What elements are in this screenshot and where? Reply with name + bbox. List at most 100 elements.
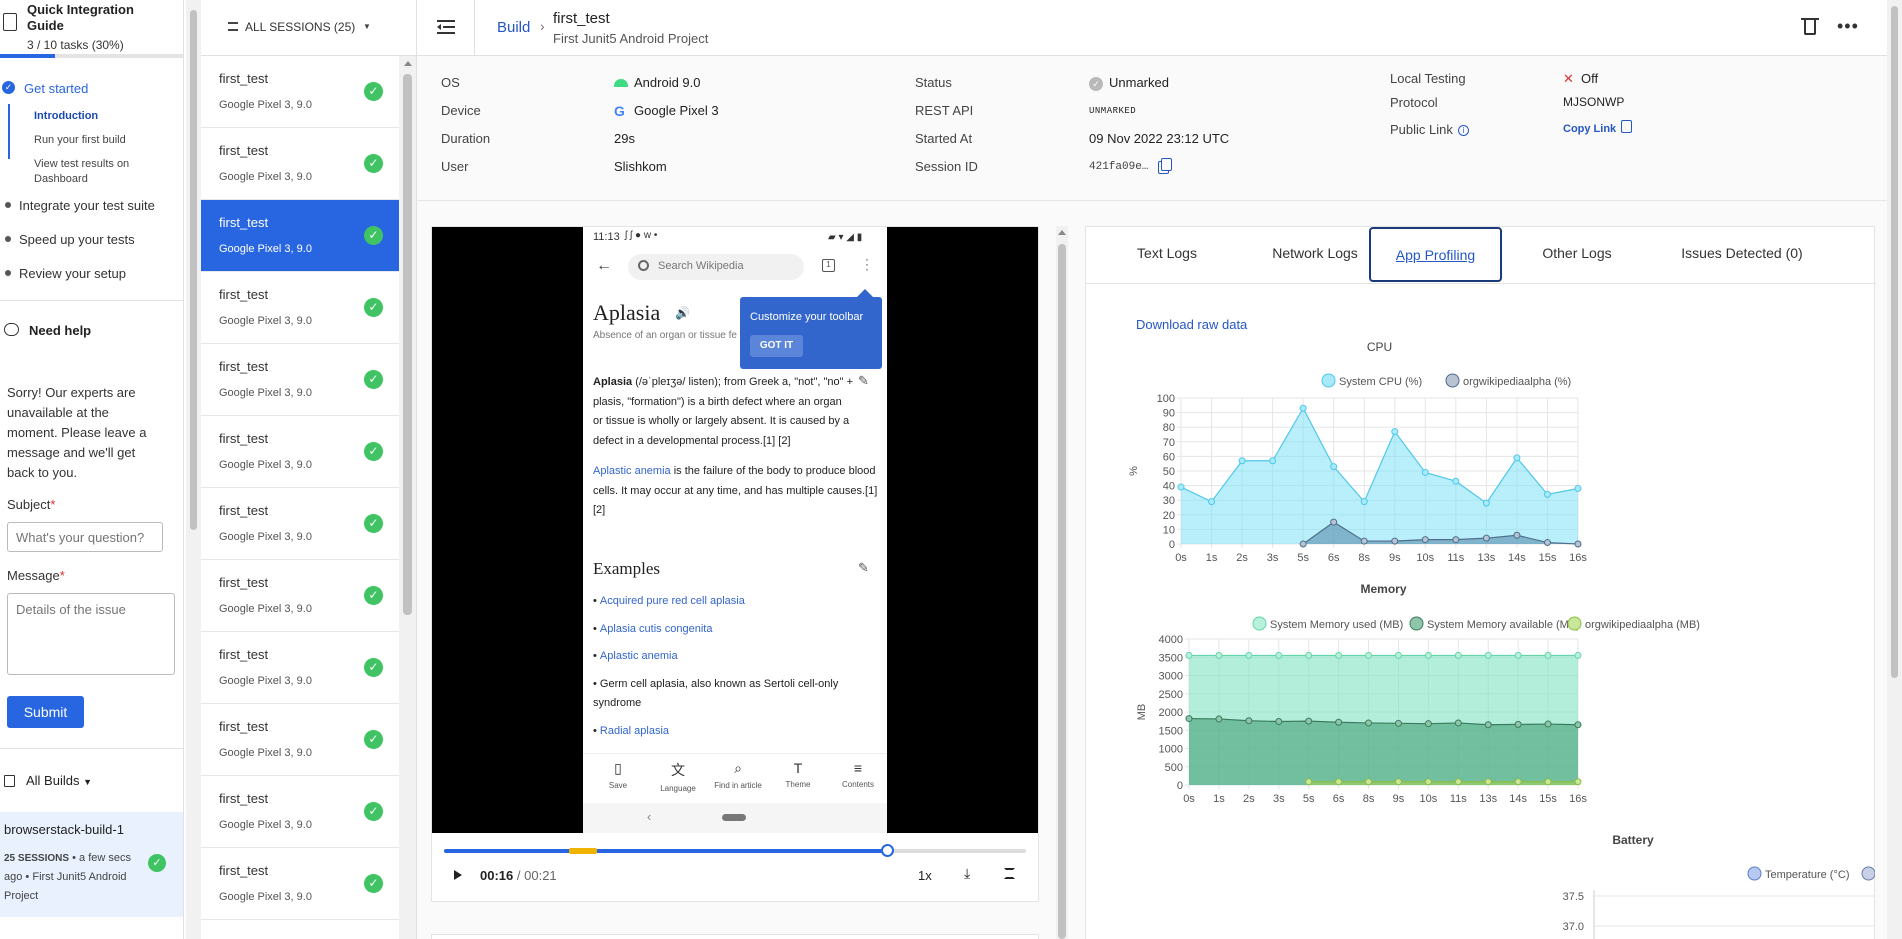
- edit-pencil-icon[interactable]: ✎: [858, 373, 869, 389]
- phone-nav-theme[interactable]: T Theme: [768, 760, 828, 789]
- caret-down-icon: ▼: [83, 777, 93, 787]
- playback-speed[interactable]: 1x: [918, 868, 932, 883]
- video-frame[interactable]: 11:13 ʃ ʃ ● w • ▰ ▾ ◢ ▮ ← Search Wikiped…: [432, 227, 1038, 833]
- copy-link-icon[interactable]: [1621, 120, 1632, 133]
- step-view-results[interactable]: View test results on Dashboard: [34, 157, 154, 187]
- scroll-up-icon[interactable]: [404, 61, 412, 66]
- session-item[interactable]: first_test Google Pixel 3, 9.0 ✓: [201, 776, 399, 848]
- fullscreen-icon[interactable]: [1004, 868, 1015, 879]
- sessions-scrollbar[interactable]: [399, 56, 416, 939]
- step-integrate[interactable]: Integrate your test suite: [19, 198, 155, 213]
- passed-check-icon: ✓: [364, 658, 383, 677]
- all-builds-dropdown[interactable]: All Builds ▼: [26, 773, 92, 788]
- example-item[interactable]: • Aplasia cutis congenita: [593, 620, 863, 639]
- wiki-search-bar[interactable]: Search Wikipedia: [628, 254, 804, 280]
- step-review[interactable]: Review your setup: [19, 266, 126, 281]
- subject-input[interactable]: [7, 522, 163, 552]
- edit-pencil-icon[interactable]: ✎: [858, 560, 869, 576]
- scroll-thumb[interactable]: [1058, 244, 1066, 939]
- session-item[interactable]: first_test Google Pixel 3, 9.0 ✓: [201, 272, 399, 344]
- session-device: Google Pixel 3, 9.0: [219, 315, 312, 327]
- video-seek-bar[interactable]: [444, 844, 1026, 857]
- legend-label: System Memory used (MB): [1270, 619, 1403, 631]
- session-item[interactable]: first_test Google Pixel 3, 9.0 ✓: [201, 128, 399, 200]
- status-value[interactable]: Unmarked: [1109, 75, 1169, 90]
- session-item[interactable]: first_test Google Pixel 3, 9.0 ✓: [201, 416, 399, 488]
- download-icon[interactable]: ⤓: [964, 865, 970, 882]
- nav-home-pill[interactable]: [722, 814, 746, 821]
- copy-link-button[interactable]: Copy Link: [1563, 123, 1616, 135]
- step-speed-up[interactable]: Speed up your tests: [19, 232, 135, 247]
- scroll-thumb[interactable]: [1891, 6, 1898, 678]
- session-item[interactable]: first_test Google Pixel 3, 9.0 ✓: [201, 488, 399, 560]
- local-testing-value[interactable]: Off: [1581, 71, 1598, 86]
- tab-text-logs[interactable]: Text Logs: [1107, 227, 1227, 282]
- tab-other-logs[interactable]: Other Logs: [1517, 227, 1637, 282]
- session-item[interactable]: first_test Google Pixel 3, 9.0 ✓: [201, 344, 399, 416]
- tab-app-profiling[interactable]: App Profiling: [1369, 227, 1502, 282]
- message-textarea[interactable]: [7, 593, 175, 675]
- seek-knob[interactable]: [881, 844, 895, 857]
- build-card[interactable]: browserstack-build-1 25 SESSIONS • a few…: [0, 812, 183, 917]
- step-introduction[interactable]: Introduction: [34, 110, 98, 122]
- session-item[interactable]: first_test Google Pixel 3, 9.0 ✓: [201, 200, 399, 272]
- tab-issues-detected[interactable]: Issues Detected (0): [1657, 227, 1827, 282]
- divider: [0, 748, 183, 749]
- copy-icon[interactable]: [1161, 158, 1172, 171]
- example-item[interactable]: • Aplastic anemia: [593, 647, 863, 666]
- session-item[interactable]: first_test Google Pixel 3, 9.0 ✓: [201, 632, 399, 704]
- step-run-first-build[interactable]: Run your first build: [34, 134, 126, 146]
- legend-swatch: [1252, 616, 1267, 631]
- x-tick-label: 16s: [1569, 552, 1587, 564]
- example-item[interactable]: • Radial aplasia: [593, 722, 863, 741]
- data-point: [1484, 721, 1492, 729]
- session-subtitle: First Junit5 Android Project: [553, 31, 709, 46]
- phone-nav-save[interactable]: ▯ Save: [588, 760, 648, 790]
- tooltip-got-it-button[interactable]: GOT IT: [750, 335, 803, 357]
- phone-nav-find-in-article[interactable]: ⌕ Find in article: [708, 760, 768, 790]
- step-get-started[interactable]: Get started: [24, 81, 88, 96]
- sessions-header[interactable]: ALL SESSIONS (25) ▼: [201, 0, 416, 56]
- tabs-count-icon[interactable]: 1: [822, 259, 835, 272]
- scroll-up-icon[interactable]: [1058, 230, 1066, 235]
- scroll-thumb[interactable]: [190, 10, 197, 530]
- tab-network-logs[interactable]: Network Logs: [1245, 227, 1385, 282]
- guide-scrollbar[interactable]: [186, 0, 201, 939]
- session-item[interactable]: first_test Google Pixel 3, 9.0 ✓: [201, 56, 399, 128]
- phone-nav-contents[interactable]: ≡ Contents: [828, 760, 887, 789]
- scroll-thumb[interactable]: [403, 74, 412, 615]
- video-column-scrollbar[interactable]: [1056, 226, 1068, 939]
- google-icon: G: [614, 103, 625, 119]
- x-tick-label: 5s: [1303, 793, 1315, 805]
- info-icon[interactable]: i: [1458, 125, 1469, 136]
- chart-title: Battery: [1612, 833, 1654, 847]
- page-scrollbar[interactable]: [1887, 0, 1902, 939]
- guide-title[interactable]: Quick Integration Guide: [27, 2, 147, 34]
- y-tick-label: 100: [1157, 393, 1175, 405]
- submit-button[interactable]: Submit: [7, 696, 84, 728]
- delete-icon[interactable]: [1804, 20, 1816, 35]
- bullet: •: [593, 650, 600, 662]
- session-item[interactable]: first_test Google Pixel 3, 9.0 ✓: [201, 848, 399, 920]
- collapse-sidebar-icon[interactable]: [437, 18, 455, 36]
- data-point: [1424, 651, 1432, 659]
- phone-nav-language[interactable]: 文 Language: [648, 760, 708, 793]
- more-options-icon[interactable]: •••: [1837, 16, 1859, 37]
- y-tick-label: 4000: [1159, 634, 1183, 646]
- nav-back-icon[interactable]: ‹: [647, 809, 651, 824]
- x-tick-label: 1s: [1213, 793, 1225, 805]
- play-icon[interactable]: [454, 870, 462, 880]
- passed-check-icon: ✓: [364, 874, 383, 893]
- example-item[interactable]: • Acquired pure red cell aplasia: [593, 592, 863, 611]
- session-item[interactable]: first_test Google Pixel 3, 9.0 ✓: [201, 560, 399, 632]
- speaker-icon[interactable]: 🔊: [675, 306, 690, 320]
- message-label: Message*: [7, 568, 65, 583]
- tooltip-arrow: [857, 289, 873, 297]
- session-item[interactable]: first_test Google Pixel 3, 9.0 ✓: [201, 704, 399, 776]
- local-testing-off-icon: ✕: [1563, 71, 1574, 86]
- back-arrow-icon[interactable]: ←: [596, 257, 612, 275]
- breadcrumb-build[interactable]: Build: [497, 19, 530, 36]
- overflow-menu-icon[interactable]: · · ·: [865, 253, 869, 275]
- passed-check-icon: ✓: [364, 370, 383, 389]
- example-item[interactable]: • Germ cell aplasia, also known as Serto…: [593, 675, 863, 713]
